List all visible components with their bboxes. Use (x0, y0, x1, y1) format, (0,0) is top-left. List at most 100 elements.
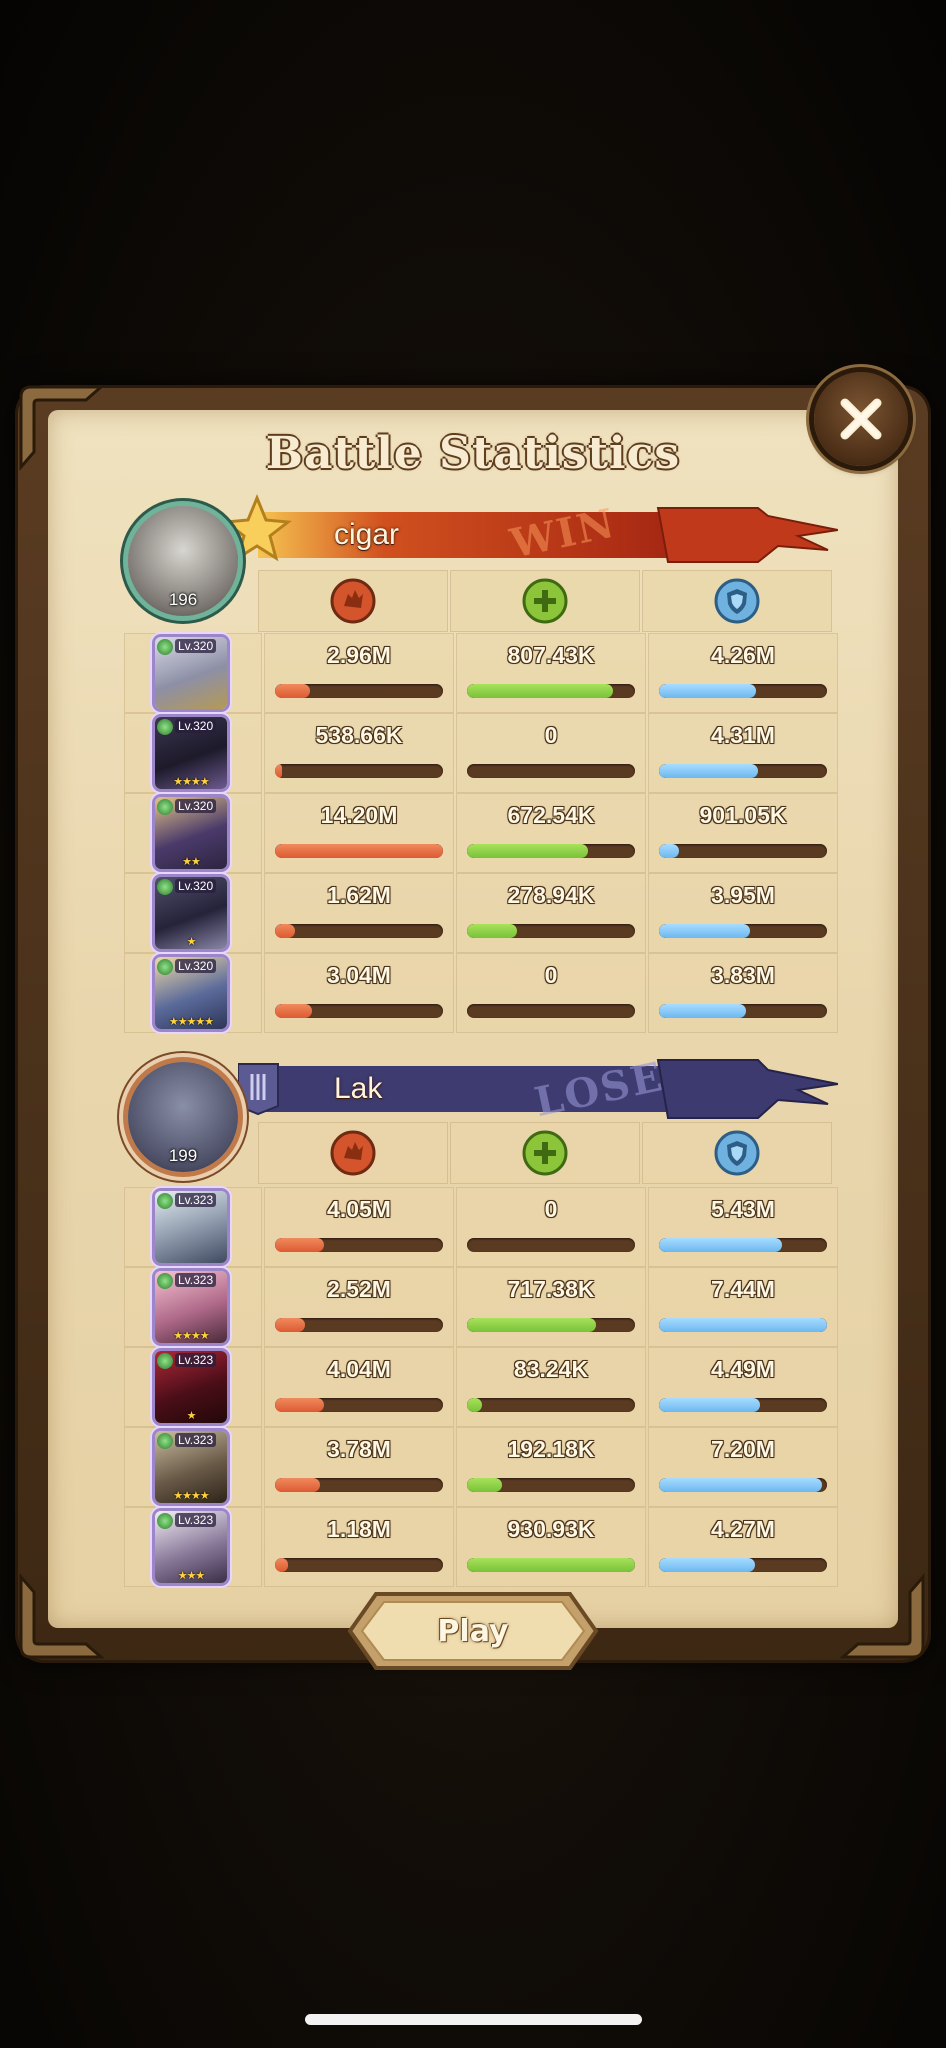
tank-stat-bar-fill (659, 924, 750, 938)
damage-stat-value: 2.96M (327, 642, 391, 668)
hero-portrait[interactable]: Lv.320 ★★★★ (155, 717, 227, 789)
damage-stat-bar-fill (275, 1004, 312, 1018)
heal-stat-bar-fill (467, 844, 588, 858)
tank-header (642, 570, 832, 632)
tank-stat-value: 4.49M (711, 1356, 775, 1382)
team-name: Lak (334, 1072, 383, 1105)
heal-stat-bar-fill (467, 924, 518, 938)
tank-stat-cell: 7.44M (648, 1267, 838, 1347)
damage-header (258, 570, 448, 632)
damage-stat-bar (275, 1238, 443, 1252)
play-button[interactable]: Play (346, 1590, 600, 1672)
faction-gem-icon (157, 799, 173, 815)
hero-cell: Lv.323 ★ (124, 1347, 262, 1427)
tank-stat-cell: 3.83M (648, 953, 838, 1033)
damage-stat-cell: 1.62M (264, 873, 454, 953)
damage-fist-icon (330, 578, 376, 624)
faction-gem-icon (157, 1513, 173, 1529)
heal-stat-cell: 83.24K (456, 1347, 646, 1427)
faction-gem-icon (157, 719, 173, 735)
hero-stat-row: Lv.320 2.96M 807.43K 4.26M (0, 633, 946, 713)
tank-stat-value: 3.95M (711, 882, 775, 908)
heal-stat-bar (467, 844, 635, 858)
hero-level: Lv.323 (175, 1193, 217, 1207)
heal-stat-bar (467, 1318, 635, 1332)
hero-portrait[interactable]: Lv.323 ★★★ (155, 1511, 227, 1583)
heal-stat-bar-fill (467, 1318, 597, 1332)
hero-stat-row: Lv.320 ★★★★ 538.66K 0 4.31M (0, 713, 946, 793)
damage-stat-bar-fill (275, 684, 311, 698)
heal-stat-bar (467, 1238, 635, 1252)
damage-stat-bar (275, 1318, 443, 1332)
hero-cell: Lv.320 ★★★★★ (124, 953, 262, 1033)
hero-portrait[interactable]: Lv.320 ★★ (155, 797, 227, 869)
tank-stat-bar (659, 684, 827, 698)
avatar[interactable]: 196 (128, 506, 238, 616)
heal-stat-value: 278.94K (507, 882, 595, 908)
avatar[interactable]: 199 (128, 1062, 238, 1172)
hero-portrait[interactable]: Lv.320 ★★★★★ (155, 957, 227, 1029)
heal-stat-bar-fill (467, 684, 614, 698)
tank-stat-bar (659, 844, 827, 858)
damage-stat-cell: 2.96M (264, 633, 454, 713)
heal-stat-cell: 930.93K (456, 1507, 646, 1587)
tank-header (642, 1122, 832, 1184)
hero-level: Lv.320 (175, 719, 217, 733)
hero-level: Lv.323 (175, 1353, 217, 1367)
heal-stat-cell: 717.38K (456, 1267, 646, 1347)
faction-gem-icon (157, 1433, 173, 1449)
hero-level: Lv.320 (175, 639, 217, 653)
tank-stat-bar (659, 1238, 827, 1252)
tank-stat-cell: 901.05K (648, 793, 838, 873)
damage-stat-cell: 3.04M (264, 953, 454, 1033)
damage-stat-value: 4.04M (327, 1356, 391, 1382)
heal-stat-bar (467, 684, 635, 698)
tank-stat-bar (659, 1398, 827, 1412)
hero-stat-row: Lv.323 ★ 4.04M 83.24K 4.49M (0, 1347, 946, 1427)
home-indicator[interactable] (305, 2014, 642, 2025)
heal-stat-cell: 192.18K (456, 1427, 646, 1507)
hero-portrait[interactable]: Lv.323 (155, 1191, 227, 1263)
heal-stat-value: 192.18K (507, 1436, 595, 1462)
damage-stat-bar (275, 684, 443, 698)
tank-stat-bar-fill (659, 844, 680, 858)
hero-portrait[interactable]: Lv.323 ★★★★ (155, 1431, 227, 1503)
damage-stat-cell: 1.18M (264, 1507, 454, 1587)
hero-portrait[interactable]: Lv.320 (155, 637, 227, 709)
tank-stat-value: 7.20M (711, 1436, 775, 1462)
hero-stat-row: Lv.323 ★★★★ 3.78M 192.18K 7.20M (0, 1427, 946, 1507)
tank-stat-bar-fill (659, 1238, 782, 1252)
hero-cell: Lv.323 ★★★ (124, 1507, 262, 1587)
heal-stat-value: 83.24K (513, 1356, 589, 1382)
tank-stat-value: 3.83M (711, 962, 775, 988)
team-name: cigar (334, 518, 400, 551)
shield-icon (714, 578, 760, 624)
damage-stat-bar-fill (275, 1478, 321, 1492)
damage-stat-bar-fill (275, 1558, 289, 1572)
hero-portrait[interactable]: Lv.323 ★★★★ (155, 1271, 227, 1343)
shield-icon (714, 1130, 760, 1176)
hero-stars: ★★ (182, 855, 201, 868)
tank-stat-bar (659, 1558, 827, 1572)
damage-stat-value: 4.05M (327, 1196, 391, 1222)
hero-level: Lv.320 (175, 799, 217, 813)
faction-gem-icon (157, 1193, 173, 1209)
hero-portrait[interactable]: Lv.320 ★ (155, 877, 227, 949)
hero-cell: Lv.320 ★ (124, 873, 262, 953)
close-button[interactable] (814, 372, 908, 466)
heal-stat-bar (467, 1478, 635, 1492)
damage-stat-bar (275, 924, 443, 938)
tank-stat-value: 5.43M (711, 1196, 775, 1222)
hero-portrait[interactable]: Lv.323 ★ (155, 1351, 227, 1423)
hero-level: Lv.323 (175, 1433, 217, 1447)
hero-stat-row: Lv.323 ★★★★ 2.52M 717.38K 7.44M (0, 1267, 946, 1347)
damage-stat-bar (275, 1398, 443, 1412)
damage-stat-value: 3.78M (327, 1436, 391, 1462)
heal-stat-cell: 672.54K (456, 793, 646, 873)
damage-stat-bar-fill (275, 1318, 306, 1332)
damage-stat-value: 2.52M (327, 1276, 391, 1302)
tank-stat-bar-fill (659, 1318, 827, 1332)
hero-cell: Lv.320 (124, 633, 262, 713)
damage-stat-bar-fill (275, 924, 296, 938)
player-level: 199 (168, 1146, 198, 1165)
